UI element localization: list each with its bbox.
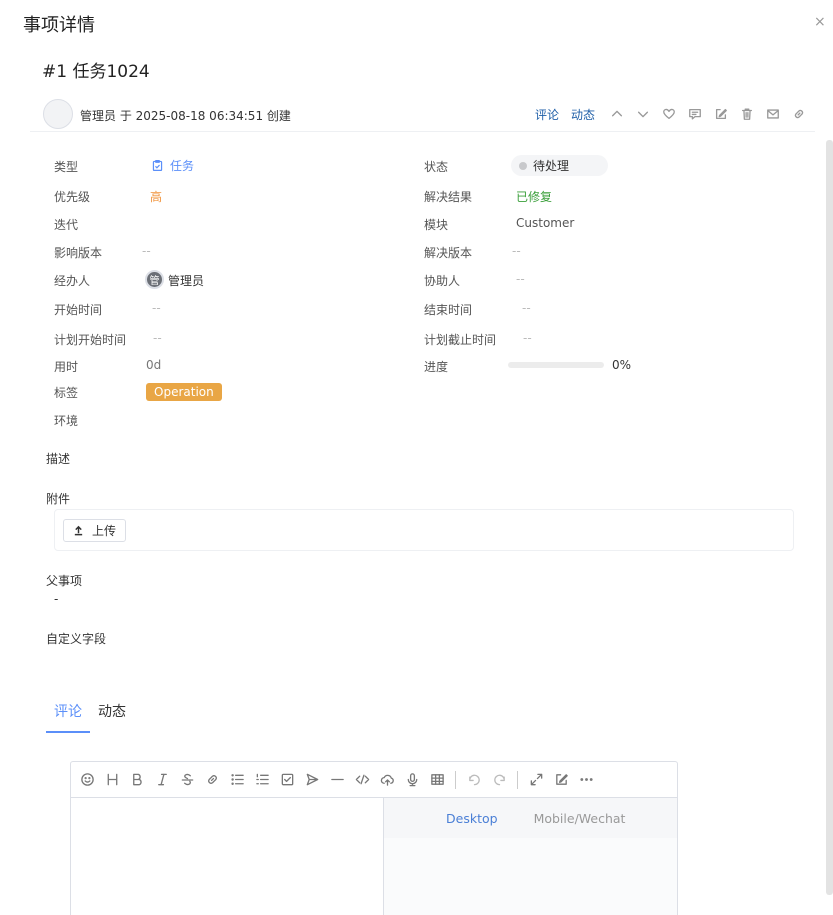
preview-tab-mobile[interactable]: Mobile/Wechat bbox=[534, 811, 626, 826]
upload-label: 上传 bbox=[92, 524, 117, 538]
bold-icon[interactable] bbox=[126, 769, 148, 791]
type-value-text: 任务 bbox=[170, 159, 195, 173]
undo-icon[interactable] bbox=[463, 769, 485, 791]
environment-label: 环境 bbox=[54, 414, 79, 428]
assignee-avatar: 管 bbox=[145, 270, 164, 289]
task-icon bbox=[152, 160, 163, 171]
more-icon[interactable] bbox=[575, 769, 597, 791]
custom-fields-label: 自定义字段 bbox=[46, 632, 107, 646]
issue-actions: 评论 动态 bbox=[535, 104, 809, 124]
preview-tabs: Desktop Mobile/Wechat bbox=[384, 798, 677, 838]
type-value[interactable]: 任务 bbox=[151, 157, 194, 174]
fixed-version-label: 解决版本 bbox=[424, 246, 473, 260]
hr-icon[interactable] bbox=[326, 769, 348, 791]
checklist-icon[interactable] bbox=[276, 769, 298, 791]
affected-version-value[interactable]: -- bbox=[142, 244, 151, 258]
activity-link[interactable]: 动态 bbox=[571, 106, 595, 123]
send-icon[interactable] bbox=[301, 769, 323, 791]
module-label: 模块 bbox=[424, 218, 449, 232]
upload-button[interactable]: 上传 bbox=[63, 519, 127, 542]
emoji-icon[interactable] bbox=[76, 769, 98, 791]
module-value[interactable]: Customer bbox=[516, 216, 574, 230]
fixed-version-value[interactable]: -- bbox=[512, 244, 521, 258]
dialog-title: 事项详情 bbox=[23, 15, 95, 36]
tags-label: 标签 bbox=[54, 386, 79, 400]
collaborator-value[interactable]: -- bbox=[516, 272, 525, 286]
heart-icon[interactable] bbox=[659, 104, 679, 124]
edit-mode-icon[interactable] bbox=[550, 769, 572, 791]
toolbar-divider bbox=[455, 770, 456, 789]
detail-tabs: 评论 动态 bbox=[46, 697, 134, 733]
tab-comments[interactable]: 评论 bbox=[46, 697, 90, 733]
scrollbar[interactable] bbox=[826, 140, 833, 895]
description-label: 描述 bbox=[46, 452, 71, 466]
mail-icon[interactable] bbox=[763, 104, 783, 124]
chevron-down-icon[interactable] bbox=[633, 104, 653, 124]
end-time-value[interactable]: -- bbox=[522, 301, 531, 315]
code-icon[interactable] bbox=[351, 769, 373, 791]
bullet-list-icon[interactable] bbox=[226, 769, 248, 791]
creator-line: 管理员 于 2025-08-18 06:34:51 创建 bbox=[80, 109, 291, 123]
strike-icon[interactable] bbox=[176, 769, 198, 791]
resolution-value[interactable]: 已修复 bbox=[516, 188, 552, 205]
progress-label: 进度 bbox=[424, 360, 449, 374]
ordered-list-icon[interactable] bbox=[251, 769, 273, 791]
attachments-label: 附件 bbox=[46, 492, 71, 506]
affected-version-label: 影响版本 bbox=[54, 246, 103, 260]
parent-item-label: 父事项 bbox=[46, 574, 83, 588]
start-time-label: 开始时间 bbox=[54, 303, 103, 317]
type-label: 类型 bbox=[54, 160, 79, 174]
tag-chip[interactable]: Operation bbox=[146, 383, 222, 401]
priority-value[interactable]: 高 bbox=[150, 188, 162, 205]
assignee-value[interactable]: 管理员 bbox=[168, 272, 204, 289]
fullscreen-icon[interactable] bbox=[525, 769, 547, 791]
iteration-label: 迭代 bbox=[54, 218, 79, 232]
status-value: 待处理 bbox=[533, 159, 570, 173]
end-time-label: 结束时间 bbox=[424, 303, 473, 317]
time-spent-label: 用时 bbox=[54, 360, 79, 374]
cloud-upload-icon[interactable] bbox=[376, 769, 398, 791]
planned-deadline-label: 计划截止时间 bbox=[424, 333, 497, 347]
status-chip[interactable]: 待处理 bbox=[511, 155, 608, 176]
editor-input[interactable] bbox=[71, 798, 384, 915]
italic-icon[interactable] bbox=[151, 769, 173, 791]
chevron-up-icon[interactable] bbox=[607, 104, 627, 124]
planned-deadline-value[interactable]: -- bbox=[523, 331, 532, 345]
comment-link[interactable]: 评论 bbox=[535, 106, 559, 123]
heading-icon[interactable] bbox=[101, 769, 123, 791]
table-icon[interactable] bbox=[426, 769, 448, 791]
comment-icon[interactable] bbox=[685, 104, 705, 124]
upload-icon bbox=[74, 525, 83, 536]
meta-bar: 管理员 于 2025-08-18 06:34:51 创建 评论 动态 bbox=[30, 96, 815, 132]
resolution-label: 解决结果 bbox=[424, 190, 473, 204]
priority-label: 优先级 bbox=[54, 190, 91, 204]
progress-value: 0% bbox=[612, 358, 632, 372]
time-spent-value: 0d bbox=[146, 358, 162, 372]
edit-icon[interactable] bbox=[711, 104, 731, 124]
comment-editor: Desktop Mobile/Wechat bbox=[70, 761, 678, 915]
planned-start-value[interactable]: -- bbox=[153, 331, 162, 345]
assignee-label: 经办人 bbox=[54, 274, 91, 288]
close-icon[interactable]: × bbox=[814, 14, 826, 30]
collaborator-label: 协助人 bbox=[424, 274, 461, 288]
status-dot bbox=[519, 161, 527, 170]
parent-item-value[interactable]: - bbox=[54, 592, 58, 606]
preview-tab-desktop[interactable]: Desktop bbox=[446, 811, 498, 826]
status-label: 状态 bbox=[424, 160, 449, 174]
issue-title: #1 任务1024 bbox=[42, 62, 150, 82]
redo-icon[interactable] bbox=[488, 769, 510, 791]
tab-activity[interactable]: 动态 bbox=[90, 697, 134, 733]
trash-icon[interactable] bbox=[737, 104, 757, 124]
progress-bar bbox=[508, 362, 604, 368]
link-icon[interactable] bbox=[201, 769, 223, 791]
start-time-value[interactable]: -- bbox=[152, 301, 161, 315]
editor-preview: Desktop Mobile/Wechat bbox=[384, 798, 677, 915]
toolbar-divider-2 bbox=[517, 770, 518, 789]
editor-toolbar bbox=[71, 762, 677, 798]
planned-start-label: 计划开始时间 bbox=[54, 333, 127, 347]
mic-icon[interactable] bbox=[401, 769, 423, 791]
creator-avatar bbox=[43, 99, 73, 129]
attachments-box: 上传 bbox=[54, 509, 794, 551]
link-icon[interactable] bbox=[789, 104, 809, 124]
